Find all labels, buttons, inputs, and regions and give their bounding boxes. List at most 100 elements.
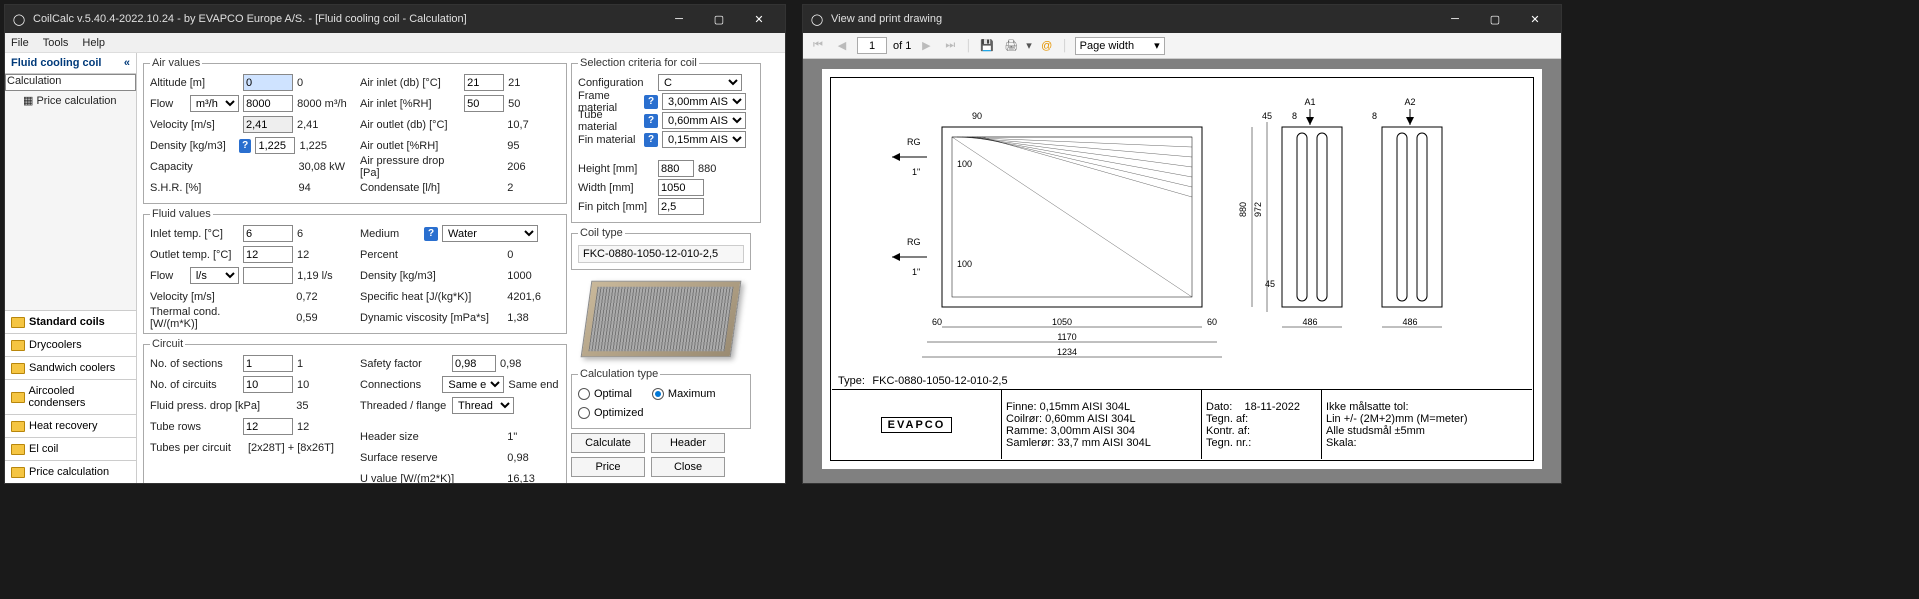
medium-select[interactable]: Water <box>442 225 538 242</box>
next-page-icon[interactable]: ▶ <box>917 37 935 55</box>
visc-out: 1,38 <box>507 312 560 324</box>
close-button[interactable]: ✕ <box>739 5 779 33</box>
density-label: Density [kg/m3] <box>150 140 235 152</box>
info-icon[interactable]: ? <box>644 133 658 147</box>
tpc-out: [2x28T] + [8x26T] <box>248 442 334 454</box>
close-form-button[interactable]: Close <box>651 457 725 477</box>
calculate-button[interactable]: Calculate <box>571 433 645 453</box>
sidebar-sec-aircooled[interactable]: Aircooled condensers <box>5 379 136 414</box>
pitch-input[interactable] <box>658 198 704 215</box>
circuit-group: Circuit No. of sections1 No. of circuits… <box>143 338 567 483</box>
sidebar: Fluid cooling coil« Calculation ▦ Price … <box>5 53 137 483</box>
chevron-down-icon: ▾ <box>1154 39 1160 52</box>
last-page-icon[interactable]: ⏭ <box>941 37 959 55</box>
calctype-legend: Calculation type <box>578 368 660 380</box>
folder-icon <box>11 340 25 351</box>
flange-select[interactable]: Thread <box>452 397 514 414</box>
coiltype-group: Coil type FKC-0880-1050-12-010-2,5 <box>571 227 751 270</box>
inlet-rh-input[interactable] <box>464 95 504 112</box>
fluid-vel-label: Velocity [m/s] <box>150 291 240 303</box>
tube-select[interactable]: 0,60mm AISI 30 <box>662 112 746 129</box>
svg-text:8: 8 <box>1372 111 1377 121</box>
sidebar-sec-price-calculation[interactable]: Price calculation <box>5 460 136 483</box>
sidebar-sec-sandwich[interactable]: Sandwich coolers <box>5 356 136 379</box>
svg-text:60: 60 <box>1207 317 1217 327</box>
circuits-input[interactable] <box>243 376 293 393</box>
maximize-button[interactable]: ▢ <box>1475 5 1515 33</box>
svg-text:1170: 1170 <box>1057 332 1076 342</box>
config-select[interactable]: C <box>658 74 742 91</box>
price-button[interactable]: Price <box>571 457 645 477</box>
outlet-rh-out: 95 <box>507 140 560 152</box>
sidebar-sec-el-coil[interactable]: El coil <box>5 437 136 460</box>
svg-text:RG: RG <box>907 237 921 247</box>
sidebar-item-calculation[interactable]: Calculation <box>5 74 136 91</box>
frame-select[interactable]: 3,00mm AISI 30 <box>662 93 746 110</box>
sidebar-sec-heat-recovery[interactable]: Heat recovery <box>5 414 136 437</box>
svg-text:486: 486 <box>1402 317 1417 327</box>
pitch-label: Fin pitch [mm] <box>578 201 654 213</box>
minimize-button[interactable]: ─ <box>1435 5 1475 33</box>
radio-optimal[interactable] <box>578 388 590 400</box>
flow-input[interactable] <box>243 95 293 112</box>
density-input[interactable] <box>255 137 295 154</box>
info-icon[interactable]: ? <box>239 139 252 153</box>
info-icon[interactable]: ? <box>644 95 658 109</box>
sections-input[interactable] <box>243 355 293 372</box>
velocity-input[interactable] <box>243 116 293 133</box>
conn-select[interactable]: Same end <box>442 376 504 393</box>
width-input[interactable] <box>658 179 704 196</box>
sf-input[interactable] <box>452 355 496 372</box>
close-button[interactable]: ✕ <box>1515 5 1555 33</box>
fin-select[interactable]: 0,15mm AISI 30 <box>662 131 746 148</box>
fdensity-out: 1000 <box>507 270 560 282</box>
thermal-label: Thermal cond. [W/(m*K)] <box>150 306 265 330</box>
height-input[interactable] <box>658 160 694 177</box>
circuits-label: No. of circuits <box>150 379 239 391</box>
radio-optimized[interactable] <box>578 407 590 419</box>
fluid-vel-out: 0,72 <box>296 291 350 303</box>
outlet-temp-input[interactable] <box>243 246 293 263</box>
velocity-out: 2,41 <box>297 119 350 131</box>
menu-help[interactable]: Help <box>82 37 105 49</box>
menu-tools[interactable]: Tools <box>43 37 69 49</box>
page-input[interactable] <box>857 37 887 54</box>
sidebar-item-price-calc[interactable]: ▦ Price calculation <box>5 91 136 110</box>
maximize-button[interactable]: ▢ <box>699 5 739 33</box>
info-icon[interactable]: ? <box>424 227 438 241</box>
menu-file[interactable]: File <box>11 37 29 49</box>
flow-unit-select[interactable]: m³/h <box>190 95 239 112</box>
header-button[interactable]: Header <box>651 433 725 453</box>
altitude-input[interactable] <box>243 74 293 91</box>
print-icon[interactable]: 🖨 <box>1002 37 1020 55</box>
tb-dato-v: 18-11-2022 <box>1245 401 1300 413</box>
cond-out: 2 <box>507 182 560 194</box>
width-label: Width [mm] <box>578 182 654 194</box>
rows-input[interactable] <box>243 418 293 435</box>
collapse-icon[interactable]: « <box>124 57 130 69</box>
fluid-flow-unit[interactable]: l/s <box>190 267 239 284</box>
zoom-select[interactable]: Page width▾ <box>1075 37 1165 55</box>
surf-out: 0,98 <box>507 452 560 464</box>
sidebar-sec-standard-coils[interactable]: Standard coils <box>5 310 136 333</box>
info-icon[interactable]: ? <box>644 114 658 128</box>
sidebar-sec-drycoolers[interactable]: Drycoolers <box>5 333 136 356</box>
prev-page-icon[interactable]: ◀ <box>833 37 851 55</box>
flange-label: Threaded / flange <box>360 400 448 412</box>
inlet-temp-label: Inlet temp. [°C] <box>150 228 239 240</box>
first-page-icon[interactable]: ⏮ <box>809 37 827 55</box>
medium-label: Medium <box>360 228 420 240</box>
air-legend: Air values <box>150 57 202 69</box>
email-icon[interactable]: @ <box>1038 37 1056 55</box>
inlet-temp-input[interactable] <box>243 225 293 242</box>
radio-maximum[interactable] <box>652 388 664 400</box>
fluid-flow-input[interactable] <box>243 267 293 284</box>
save-icon[interactable]: 💾 <box>978 37 996 55</box>
drawing-viewport[interactable]: RG RG 1" 1" 90 100 100 1050 1170 1234 60… <box>803 59 1561 483</box>
inlet-db-input[interactable] <box>464 74 504 91</box>
svg-text:100: 100 <box>957 159 972 169</box>
optimal-label: Optimal <box>594 388 632 400</box>
header-size-out: 1" <box>507 431 560 443</box>
minimize-button[interactable]: ─ <box>659 5 699 33</box>
app-icon: ◯ <box>809 11 825 27</box>
